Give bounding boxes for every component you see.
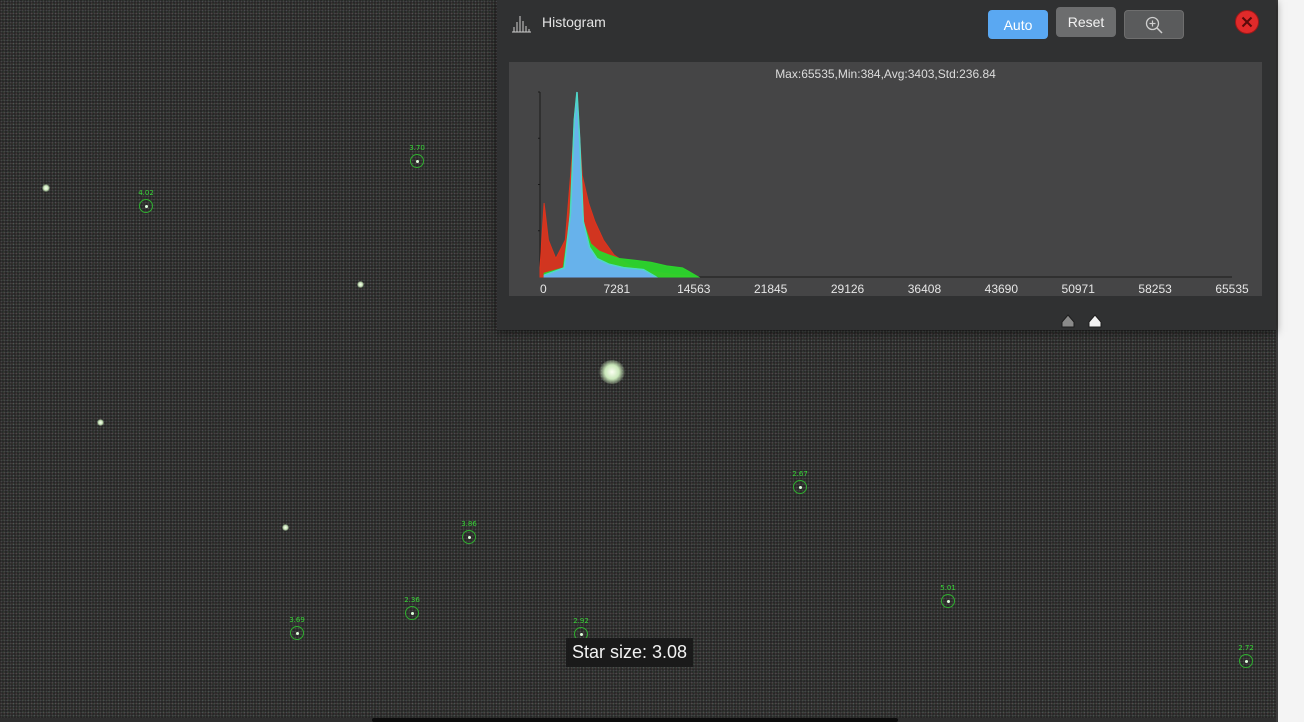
star-size-label: 2.92 xyxy=(573,617,589,625)
star-size-label: 5.01 xyxy=(940,584,956,592)
star-size-tooltip: Star size: 3.08 xyxy=(566,638,694,667)
histogram-svg: 0 7281 14563 21845 29126 36408 43690 50971 58253… xyxy=(538,91,1249,296)
white-point-handle[interactable] xyxy=(1088,314,1102,328)
star-size-label: 2.36 xyxy=(404,596,420,604)
histogram-panel: Histogram Auto Reset Max:65535,Min:384,A… xyxy=(497,0,1276,330)
x-tick-label: 50971 xyxy=(1062,282,1096,296)
star-dot xyxy=(416,160,419,163)
star-size-label: 3.70 xyxy=(409,144,425,152)
x-tick-label: 36408 xyxy=(908,282,942,296)
star-dot xyxy=(1245,660,1248,663)
close-button[interactable] xyxy=(1235,10,1259,34)
histogram-icon xyxy=(512,16,531,33)
zoom-button[interactable] xyxy=(1124,10,1184,39)
x-tick-label: 65535 xyxy=(1215,282,1249,296)
star-size-label: 2.67 xyxy=(792,470,808,478)
histogram-chart[interactable]: Max:65535,Min:384,Avg:3403,Std:236.84 07… xyxy=(509,62,1262,296)
close-icon xyxy=(1241,16,1253,28)
star-size-label: 3.69 xyxy=(289,616,305,624)
x-tick-label: 21845 xyxy=(754,282,788,296)
star-size-label: 3.86 xyxy=(461,520,477,528)
star-dot xyxy=(580,633,583,636)
star-size-label: 4.02 xyxy=(138,189,154,197)
star xyxy=(282,524,289,531)
star-dot xyxy=(468,536,471,539)
star-dot xyxy=(296,632,299,635)
panel-title: Histogram xyxy=(542,14,606,30)
right-border xyxy=(1276,0,1278,722)
auto-button[interactable]: Auto xyxy=(988,10,1048,39)
star-dot xyxy=(411,612,414,615)
star-dot xyxy=(947,600,950,603)
x-tick-label: 0 xyxy=(540,282,547,296)
x-tick-label: 7281 xyxy=(604,282,631,296)
star xyxy=(42,184,50,192)
star xyxy=(97,419,104,426)
horizontal-scrollbar[interactable] xyxy=(372,718,898,722)
bright-star xyxy=(599,360,625,384)
star-size-label: 2.72 xyxy=(1238,644,1254,652)
star xyxy=(357,281,364,288)
right-panel-edge xyxy=(1276,0,1304,722)
star-dot xyxy=(799,486,802,489)
x-tick-label: 58253 xyxy=(1138,282,1172,296)
black-point-handle[interactable] xyxy=(1061,314,1075,328)
zoom-in-icon xyxy=(1145,16,1163,34)
series-red xyxy=(539,101,699,278)
star-dot xyxy=(145,205,148,208)
reset-button[interactable]: Reset xyxy=(1056,7,1116,37)
x-tick-label: 29126 xyxy=(831,282,865,296)
x-tick-label: 43690 xyxy=(985,282,1019,296)
x-tick-label: 14563 xyxy=(677,282,711,296)
